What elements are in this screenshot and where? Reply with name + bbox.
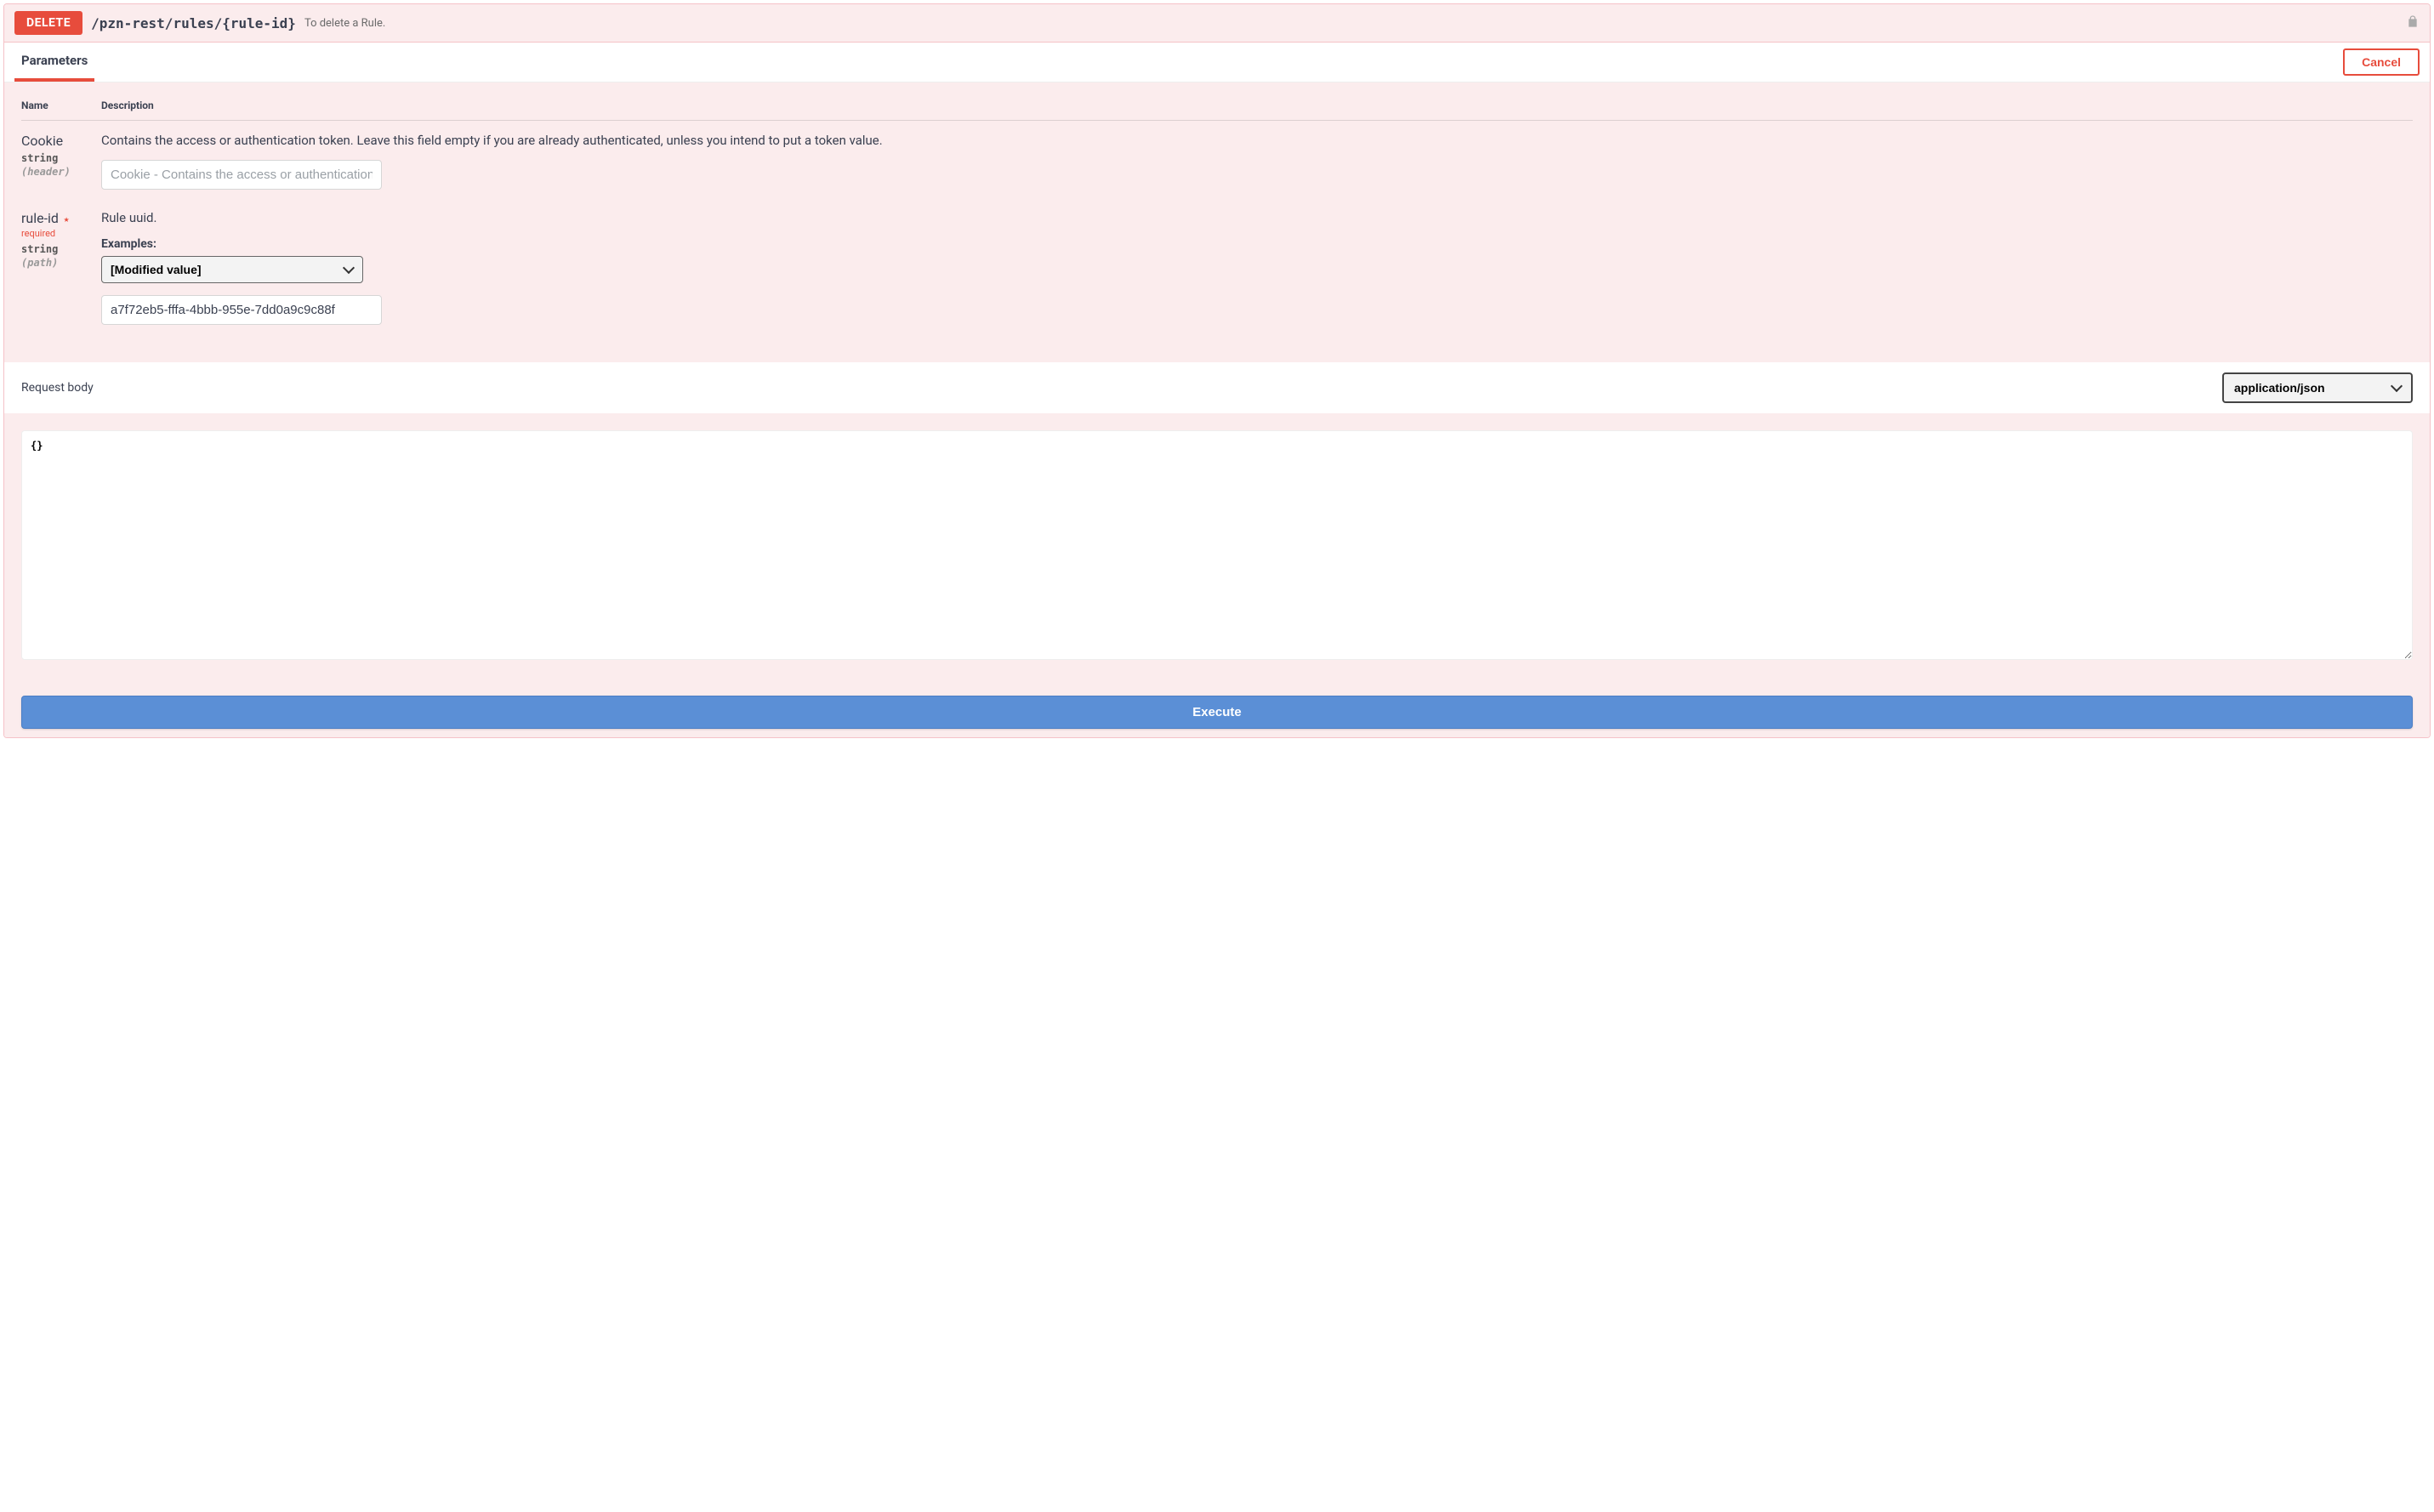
- param-row-rule-id: rule-id required string (path) Rule uuid…: [21, 210, 2413, 325]
- param-location: (path): [21, 257, 101, 269]
- param-description: Rule uuid.: [101, 210, 2413, 225]
- request-body-section: [4, 413, 2430, 680]
- request-body-textarea[interactable]: [21, 430, 2413, 660]
- request-body-header: Request body application/json: [4, 362, 2430, 413]
- rule-id-input[interactable]: [101, 295, 382, 325]
- param-description: Contains the access or authentication to…: [101, 133, 2413, 148]
- param-type: string: [21, 152, 101, 164]
- param-name: rule-id: [21, 210, 59, 226]
- param-row-cookie: Cookie string (header) Contains the acce…: [21, 133, 2413, 190]
- content-type-select[interactable]: application/json: [2222, 372, 2413, 403]
- column-header-description: Description: [101, 99, 2413, 111]
- param-name: Cookie: [21, 133, 101, 149]
- operation-panel: DELETE /pzn-rest/rules/{rule-id} To dele…: [3, 3, 2431, 738]
- param-location: (header): [21, 166, 101, 178]
- execute-button[interactable]: Execute: [21, 696, 2413, 729]
- endpoint-path: /pzn-rest/rules/{rule-id}: [91, 15, 296, 31]
- request-body-label: Request body: [21, 381, 94, 395]
- execute-row: Execute: [4, 680, 2430, 737]
- operation-header[interactable]: DELETE /pzn-rest/rules/{rule-id} To dele…: [4, 4, 2430, 43]
- tab-parameters[interactable]: Parameters: [14, 43, 94, 82]
- examples-select[interactable]: [Modified value]: [101, 256, 363, 283]
- cookie-input[interactable]: [101, 160, 382, 190]
- lock-icon[interactable]: [2406, 14, 2420, 32]
- tabs-row: Parameters Cancel: [4, 43, 2430, 82]
- cancel-button[interactable]: Cancel: [2343, 48, 2420, 76]
- column-header-name: Name: [21, 99, 101, 111]
- examples-label: Examples:: [101, 237, 2413, 251]
- method-badge: DELETE: [14, 11, 82, 35]
- param-type: string: [21, 243, 101, 255]
- parameters-section: Name Description Cookie string (header) …: [4, 82, 2430, 362]
- endpoint-summary: To delete a Rule.: [304, 17, 385, 30]
